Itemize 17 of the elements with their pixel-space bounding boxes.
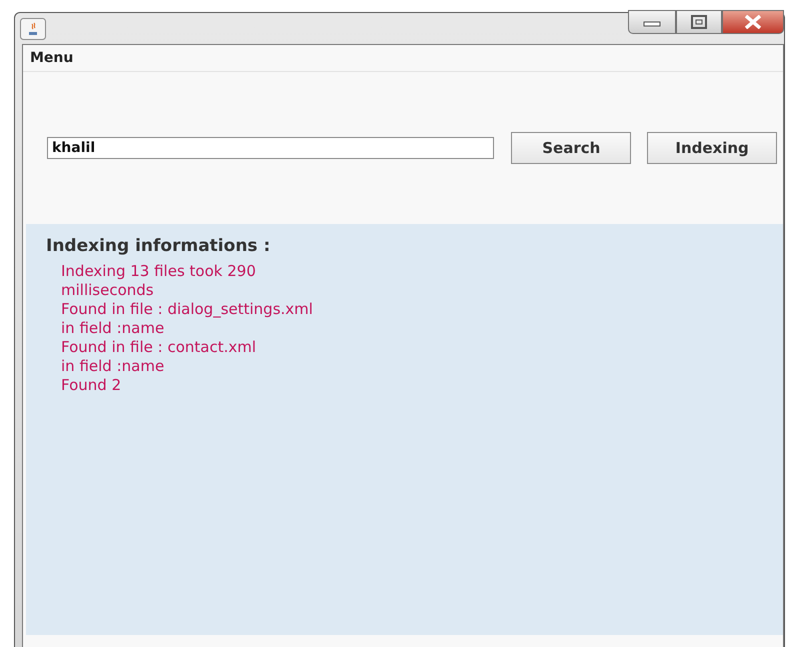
result-line: Indexing 13 files took 290	[61, 262, 257, 281]
result-line: in field :name	[61, 319, 166, 338]
close-icon	[743, 15, 763, 29]
result-line: Found 2	[61, 376, 122, 395]
result-line: Found in file : dialog_settings.xml	[61, 300, 314, 319]
action-button[interactable]: Indexing	[647, 132, 777, 164]
result-line: milliseconds	[61, 281, 155, 300]
minimize-button[interactable]	[628, 10, 676, 34]
panel-heading: Indexing informations :	[46, 236, 272, 256]
maximize-button[interactable]	[676, 10, 722, 34]
result-line: in field :name	[61, 357, 166, 376]
close-button[interactable]	[722, 10, 784, 34]
menu-item[interactable]: Menu	[30, 50, 74, 66]
maximize-icon	[691, 15, 707, 29]
result-line: Found in file : contact.xml	[61, 338, 258, 357]
action-button[interactable]: Search	[511, 132, 632, 164]
search-field[interactable]: khalil	[47, 137, 494, 159]
